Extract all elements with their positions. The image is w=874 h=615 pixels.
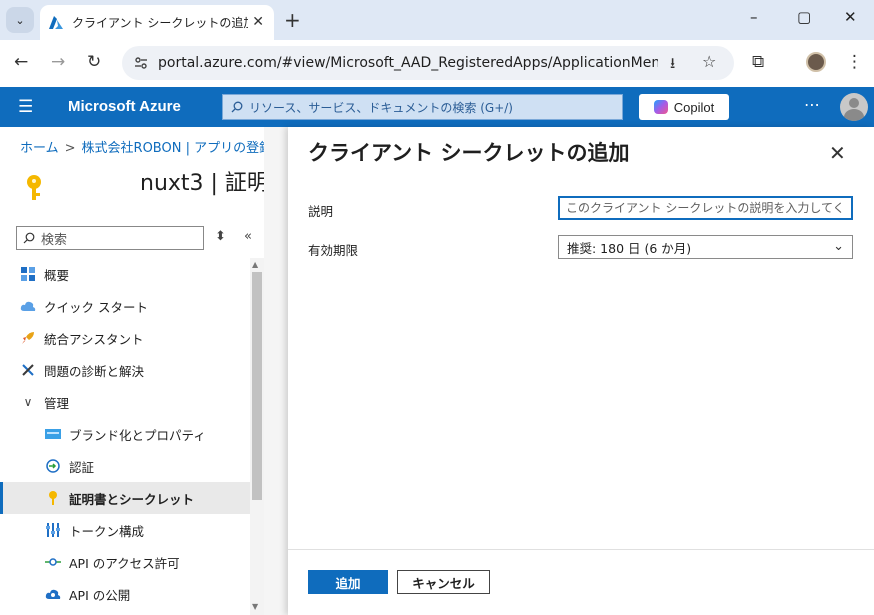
sidebar-item-label: トークン構成 [69,523,145,539]
card-icon [45,426,61,442]
address-bar[interactable]: portal.azure.com/#view/Microsoft_AAD_Reg… [122,46,734,80]
tab-close-icon[interactable]: ✕ [252,14,264,30]
global-search-input[interactable]: リソース、サービス、ドキュメントの検索 (G+/) [222,94,623,120]
browser-toolbar: ← → ↻ portal.azure.com/#view/Microsoft_A… [0,40,874,87]
back-icon[interactable]: ← [14,52,28,72]
add-client-secret-blade: クライアント シークレットの追加 ✕ 説明 有効期限 推奨: 180 日 (6 … [288,127,874,615]
azure-brand[interactable]: Microsoft Azure [68,98,181,115]
url-text: portal.azure.com/#view/Microsoft_AAD_Reg… [158,55,658,71]
sidebar-item-label: ブランド化とプロパティ [69,427,206,443]
tools-icon [20,362,36,378]
grid-icon [20,266,36,282]
tab-search-button[interactable]: ⌄ [6,7,34,33]
collapse-menu-icon[interactable]: « [244,229,252,244]
sidebar-item[interactable]: 問題の診断と解決 [0,354,250,386]
blade-title: クライアント シークレットの追加 [308,141,630,165]
window-close-icon[interactable]: ✕ [844,8,857,26]
key-icon [45,490,61,506]
auth-icon [45,458,61,474]
forward-icon[interactable]: → [51,52,65,72]
azure-header: ☰ Microsoft Azure リソース、サービス、ドキュメントの検索 (G… [0,87,874,127]
user-avatar[interactable] [840,93,868,121]
cloud-icon [20,298,36,314]
maximize-icon[interactable]: ▢ [797,8,811,26]
api-permission-icon [45,554,61,570]
scroll-thumb[interactable] [252,272,262,500]
site-info-icon[interactable] [134,56,148,70]
api-cloud-icon [45,586,61,602]
sidebar-item-label: 管理 [44,395,70,411]
token-icon [45,522,61,538]
global-search-placeholder: リソース、サービス、ドキュメントの検索 (G+/) [249,100,513,115]
copilot-label: Copilot [673,99,715,115]
breadcrumb-app-registrations[interactable]: 株式会社ROBON | アプリの登録 [82,141,273,156]
side-nav: 概要クイック スタート 統合アシスタント 問題の診断と解決 ∨ 管理ブランド化とプロパテ… [0,258,250,610]
azure-logo-icon [49,15,63,29]
expiry-value: 推奨: 180 日 (6 か月) [567,240,692,256]
close-icon[interactable]: ✕ [829,141,846,165]
sidebar-item-label: API のアクセス許可 [69,555,180,571]
expiry-dropdown[interactable]: 推奨: 180 日 (6 か月) ⌄ [558,235,853,259]
key-icon [24,174,44,209]
footer-divider [288,549,874,550]
side-nav-scrollbar[interactable]: ▲ ▼ [250,258,264,615]
search-icon [231,101,243,113]
sidebar-item[interactable]: 認証 [0,450,250,482]
bookmark-star-icon[interactable]: ☆ [702,52,716,71]
sidebar-item-label: 問題の診断と解決 [44,363,145,379]
scroll-up-icon[interactable]: ▲ [252,260,258,269]
side-search-placeholder: 検索 [41,232,68,248]
portal-menu-icon[interactable]: ☰ [18,97,33,117]
sidebar-item[interactable]: ∨ 管理 [0,386,250,418]
description-label: 説明 [308,204,334,219]
copilot-button[interactable]: Copilot [639,94,729,120]
breadcrumb-home[interactable]: ホーム [20,141,59,156]
sidebar-item[interactable]: ブランド化とプロパティ [0,418,250,450]
sidebar-item-label: 認証 [69,459,95,475]
browser-menu-icon[interactable]: ⋮ [846,52,863,72]
sidebar-item[interactable]: API の公開 [0,578,250,610]
sidebar-item[interactable]: クイック スタート [0,290,250,322]
install-app-icon[interactable]: ⭳ [670,53,675,78]
cancel-button[interactable]: キャンセル [397,570,490,594]
expiry-label: 有効期限 [308,243,359,258]
chevron-down-icon: ∨ [23,395,33,409]
sidebar-item-label: API の公開 [69,587,131,603]
profile-avatar[interactable] [806,52,826,72]
sidebar-item-label: 証明書とシークレット [69,491,195,507]
sort-icon[interactable]: ⬍ [215,229,226,244]
sidebar-item[interactable]: 概要 [0,258,250,290]
extensions-icon[interactable]: ⧉ [752,52,764,72]
side-menu-search-input[interactable]: 検索 [16,226,204,250]
browser-tab-bar: ⌄ クライアント シークレットの追加 - Mi ✕ + – ▢ ✕ [0,0,874,40]
sidebar-item[interactable]: 証明書とシークレット [0,482,250,514]
sidebar-item-label: 統合アシスタント [44,331,144,347]
search-icon [23,232,35,244]
scroll-down-icon[interactable]: ▼ [252,602,258,611]
breadcrumb: ホーム>株式会社ROBON | アプリの登録> [20,141,289,156]
add-button[interactable]: 追加 [308,570,388,594]
reload-icon[interactable]: ↻ [87,52,101,72]
sidebar-item-label: クイック スタート [44,299,148,315]
tab-title: クライアント シークレットの追加 - Mi [72,16,248,30]
copilot-icon [653,100,668,114]
sidebar-item[interactable]: 統合アシスタント [0,322,250,354]
more-options-icon[interactable]: ⋯ [804,95,820,114]
app-registration-page: ホーム>株式会社ROBON | アプリの登録> nuxt3 | 証明書 検索 ⬍… [0,127,291,615]
content-peek [264,127,288,615]
new-tab-icon[interactable]: + [284,8,301,32]
chevron-down-icon: ⌄ [833,239,844,254]
browser-tab[interactable]: クライアント シークレットの追加 - Mi ✕ [40,5,274,40]
minimize-icon[interactable]: – [750,8,758,26]
sidebar-item[interactable]: トークン構成 [0,514,250,546]
chevron-down-icon: ⌄ [15,13,25,27]
sidebar-item[interactable]: API のアクセス許可 [0,546,250,578]
description-input[interactable] [558,196,853,220]
rocket-icon [20,330,36,346]
sidebar-item-label: 概要 [44,267,70,283]
